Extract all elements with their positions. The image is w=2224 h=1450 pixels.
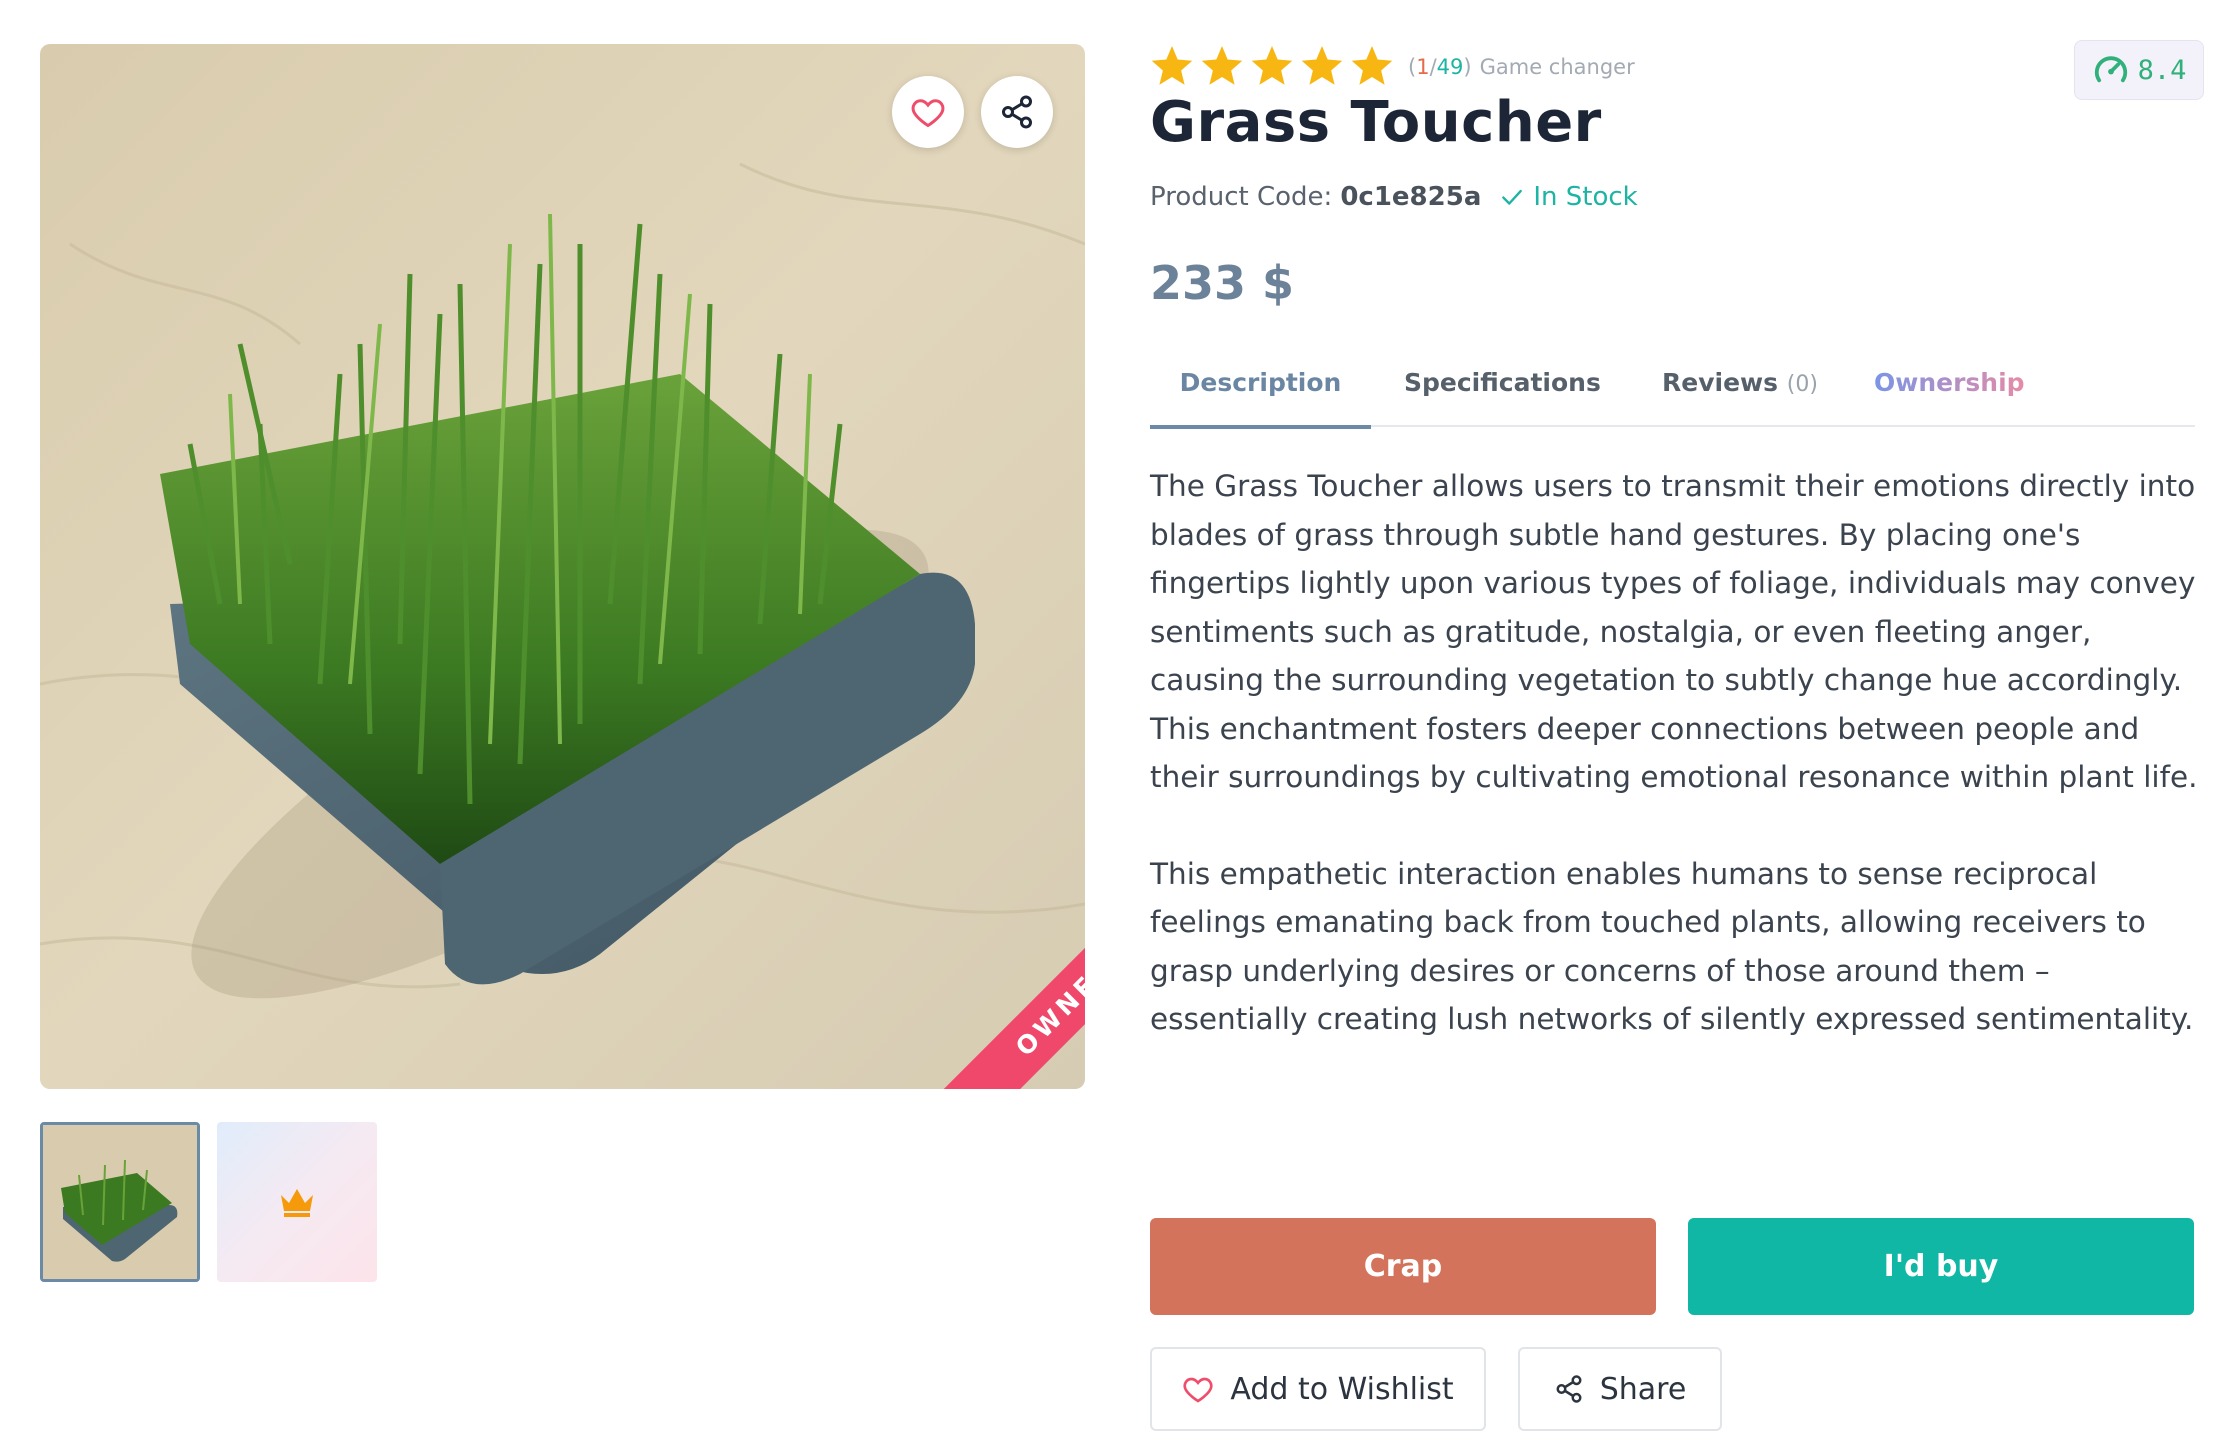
- tab-reviews-count: (0): [1786, 372, 1818, 397]
- crown-icon: [281, 1189, 313, 1217]
- share-icon: [1002, 95, 1032, 129]
- product-tabs: Description Specifications Reviews (0) O…: [1150, 360, 2195, 429]
- share-button[interactable]: Share: [1518, 1347, 1722, 1431]
- stock-status: In Stock: [1499, 182, 1638, 212]
- rating-count: (1/49): [1408, 55, 1472, 79]
- product-title: Grass Toucher: [1150, 90, 1602, 155]
- star-rating[interactable]: [1150, 46, 1394, 88]
- heart-icon: [1183, 1377, 1213, 1403]
- star-icon: [1251, 46, 1293, 85]
- product-code-row: Product Code: 0c1e825a In Stock: [1150, 182, 1638, 212]
- owned-ribbon-label: OWNED: [939, 889, 1085, 1089]
- star-icon: [1151, 46, 1193, 85]
- share-image-button[interactable]: [981, 76, 1053, 148]
- description-panel: The Grass Toucher allows users to transm…: [1150, 462, 2200, 1044]
- star-icon: [1351, 46, 1393, 85]
- rating-row: (1/49) Game changer: [1150, 42, 1635, 92]
- wishlist-label: Add to Wishlist: [1230, 1371, 1454, 1407]
- star-icon: [1301, 46, 1343, 85]
- product-code-label: Product Code:: [1150, 182, 1333, 212]
- tab-description[interactable]: Description: [1150, 368, 1371, 429]
- crap-button[interactable]: Crap: [1150, 1218, 1656, 1315]
- product-code-value: 0c1e825a: [1340, 182, 1482, 212]
- tab-reviews-label: Reviews: [1662, 368, 1779, 397]
- buy-button[interactable]: I'd buy: [1688, 1218, 2194, 1315]
- score-badge: 8.4: [2074, 40, 2204, 100]
- heart-icon: [911, 99, 945, 128]
- product-price: 233 $: [1150, 256, 1295, 310]
- speedometer-icon: [2094, 56, 2127, 83]
- description-paragraph: The Grass Toucher allows users to transm…: [1150, 469, 2198, 794]
- share-label: Share: [1599, 1371, 1687, 1407]
- star-icon: [1201, 46, 1243, 85]
- tab-ownership[interactable]: Ownership: [1874, 368, 2025, 426]
- tab-reviews[interactable]: Reviews (0): [1662, 368, 1818, 426]
- thumbnail-grass[interactable]: [40, 1122, 200, 1282]
- description-paragraph: This empathetic interaction enables huma…: [1150, 856, 2194, 1037]
- check-icon: [1502, 189, 1523, 205]
- share-icon: [1556, 1375, 1582, 1403]
- grass-thumbnail-image: [43, 1125, 197, 1279]
- owned-ribbon: OWNED: [885, 889, 1085, 1089]
- score-value: 8.4: [2137, 54, 2187, 86]
- product-main-image[interactable]: OWNED: [40, 44, 1085, 1089]
- thumbnail-crown[interactable]: [217, 1122, 377, 1282]
- tab-specifications[interactable]: Specifications: [1404, 368, 1601, 426]
- add-to-wishlist-button[interactable]: Add to Wishlist: [1150, 1347, 1486, 1431]
- favorite-button[interactable]: [892, 76, 964, 148]
- rating-label: Game changer: [1479, 55, 1635, 79]
- stock-label: In Stock: [1533, 182, 1638, 212]
